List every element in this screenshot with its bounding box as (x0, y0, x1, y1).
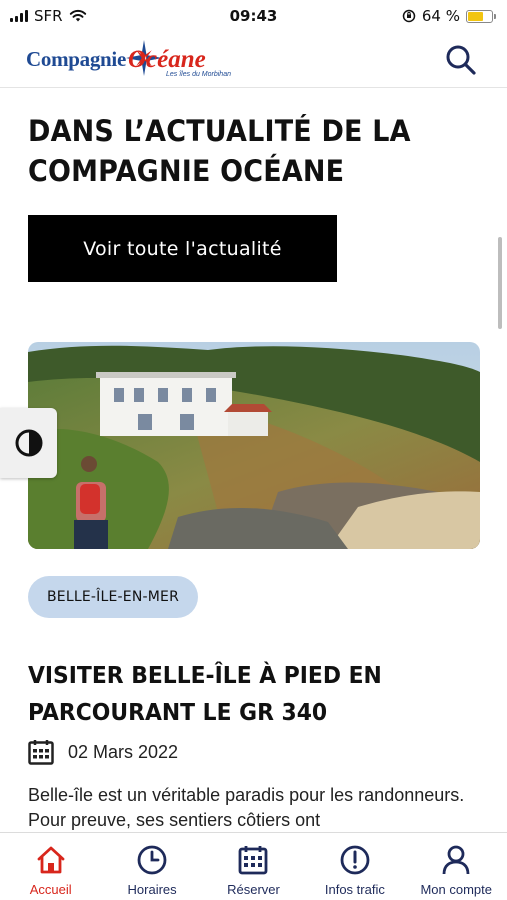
user-icon (439, 843, 473, 877)
nav-label-reserver: Réserver (227, 882, 280, 897)
status-right: 64 % (402, 7, 496, 25)
app-header: Compagnie Océane Les îles du Morbihan (0, 32, 507, 88)
nav-item-reserver[interactable]: Réserver (203, 843, 303, 897)
home-icon (34, 843, 68, 877)
article-date-text: 02 Mars 2022 (68, 741, 179, 762)
clock-icon (135, 843, 169, 877)
scrollbar[interactable] (498, 237, 502, 329)
nav-item-mon-compte[interactable]: Mon compte (406, 843, 506, 897)
nav-item-infos-trafic[interactable]: Infos trafic (305, 843, 405, 897)
signal-icon (10, 10, 28, 22)
calendar-icon (28, 740, 54, 765)
article-tag[interactable]: BELLE-ÎLE-EN-MER (28, 576, 198, 618)
battery-percent: 64 % (421, 7, 460, 25)
alert-icon (338, 843, 372, 877)
wifi-icon (69, 9, 86, 22)
see-all-news-button[interactable]: Voir toute l'actualité (28, 215, 337, 282)
clock-time: 09:43 (229, 7, 278, 25)
article-date: 02 Mars 2022 (28, 739, 178, 765)
carrier-label: SFR (34, 7, 63, 25)
status-left: SFR (10, 7, 87, 25)
contrast-icon (15, 429, 42, 457)
battery-level (468, 11, 483, 21)
battery-icon (466, 9, 496, 23)
news-section: DANS L’ACTUALITÉ DE LA COMPAGNIE OCÉANE … (0, 89, 507, 832)
nav-item-horaires[interactable]: Horaires (102, 843, 202, 897)
article-photo (28, 342, 480, 549)
nav-label-mon-compte: Mon compte (420, 882, 493, 897)
article-excerpt: Belle-île est un véritable paradis pour … (28, 785, 465, 830)
logo-word-compagnie: Compagnie (26, 47, 126, 71)
nav-item-accueil[interactable]: Accueil (1, 843, 101, 897)
article-title[interactable]: VISITER BELLE-ÎLE À PIED EN PARCOURANT L… (28, 657, 456, 731)
nav-label-accueil: Accueil (29, 882, 72, 897)
search-button[interactable] (443, 42, 479, 78)
article-image[interactable] (28, 342, 480, 549)
logo-word-oceane: Océane (127, 45, 206, 73)
calendar-icon (236, 843, 270, 877)
brand-logo[interactable]: Compagnie Océane Les îles du Morbihan (26, 38, 231, 82)
status-bar: SFR 09:43 64 % (0, 0, 507, 32)
section-title: DANS L’ACTUALITÉ DE LA COMPAGNIE OCÉANE (28, 114, 411, 188)
search-icon (446, 45, 476, 75)
orientation-lock-icon (402, 9, 416, 23)
contrast-toggle-button[interactable] (0, 408, 57, 478)
logo-tagline: Les îles du Morbihan (166, 70, 231, 78)
nav-label-infos-trafic: Infos trafic (324, 882, 385, 897)
bottom-nav: Accueil Horaires Réserver Infos trafic M… (0, 832, 507, 900)
nav-label-horaires: Horaires (127, 882, 177, 897)
